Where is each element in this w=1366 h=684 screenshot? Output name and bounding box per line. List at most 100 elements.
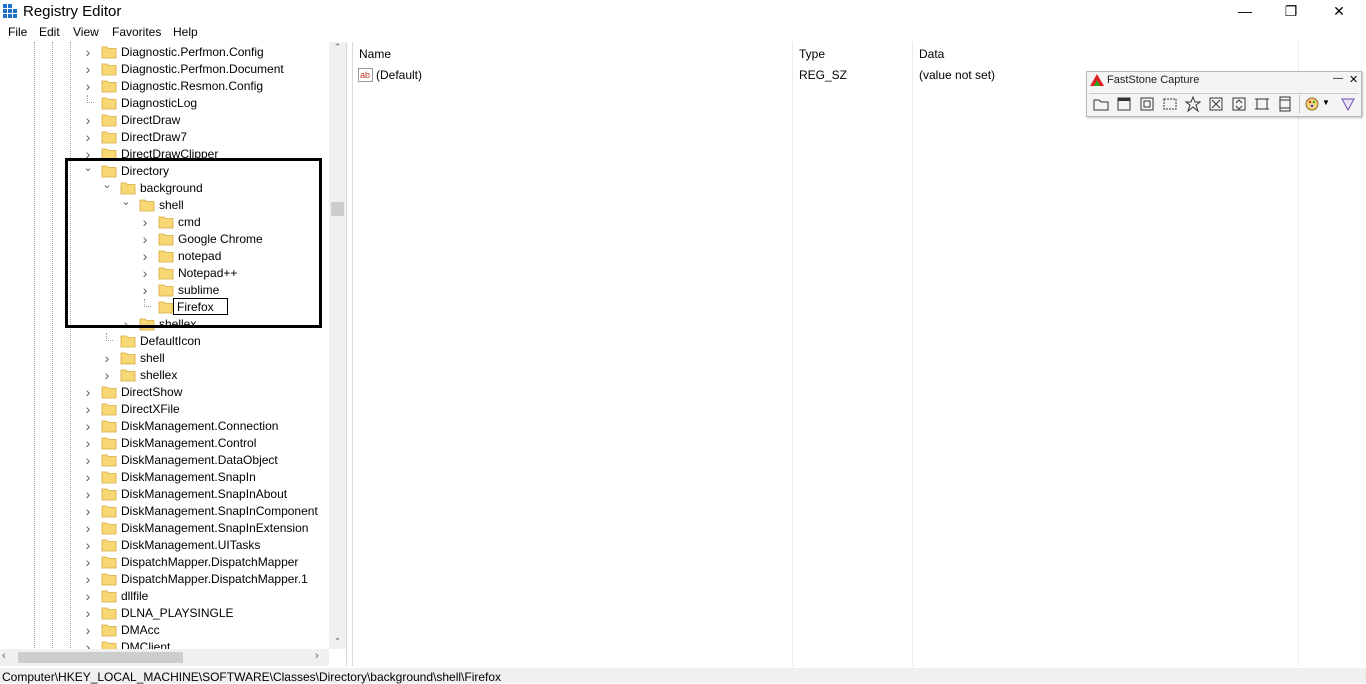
tree-node[interactable]: › Google Chrome xyxy=(0,231,330,248)
capture-fullscreen-icon[interactable] xyxy=(1207,95,1225,113)
tree-node[interactable]: › shellex xyxy=(0,316,330,333)
faststone-close-button[interactable]: ✕ xyxy=(1349,73,1358,86)
column-divider[interactable] xyxy=(792,42,793,666)
chevron-right-icon[interactable]: › xyxy=(83,470,93,484)
tree-node[interactable]: › DLNA_PLAYSINGLE xyxy=(0,605,330,622)
tree-node[interactable]: › dllfile xyxy=(0,588,330,605)
chevron-right-icon[interactable]: › xyxy=(140,249,150,263)
chevron-right-icon[interactable]: › xyxy=(83,385,93,399)
close-button[interactable]: ✕ xyxy=(1316,0,1362,23)
chevron-right-icon[interactable]: › xyxy=(83,436,93,450)
tree-node[interactable]: ⌄ shell xyxy=(0,196,330,214)
column-type[interactable]: Type xyxy=(793,42,913,66)
scroll-h-thumb[interactable] xyxy=(18,652,183,663)
tree-node[interactable]: › DirectShow xyxy=(0,384,330,401)
tree-horizontal-scrollbar[interactable]: ‹ › xyxy=(0,649,329,666)
tree-node[interactable]: › DirectDraw xyxy=(0,112,330,129)
chevron-right-icon[interactable]: › xyxy=(83,555,93,569)
tree-node[interactable]: › sublime xyxy=(0,282,330,299)
registry-tree[interactable]: › Diagnostic.Perfmon.Config › Diagnostic.Pe… xyxy=(0,42,347,666)
chevron-right-icon[interactable]: › xyxy=(83,130,93,144)
column-divider[interactable] xyxy=(912,42,913,666)
tree-node[interactable]: › DirectXFile xyxy=(0,401,330,418)
chevron-right-icon[interactable]: › xyxy=(102,351,112,365)
tree-node[interactable]: › shell xyxy=(0,350,330,367)
chevron-right-icon[interactable]: › xyxy=(83,402,93,416)
open-folder-icon[interactable] xyxy=(1092,95,1110,113)
menu-help[interactable]: Help xyxy=(173,25,198,39)
tree-node[interactable]: › notepad xyxy=(0,248,330,265)
chevron-right-icon[interactable]: › xyxy=(83,113,93,127)
tree-node[interactable]: › DiskManagement.Connection xyxy=(0,418,330,435)
tree-node[interactable]: › DiskManagement.UITasks xyxy=(0,537,330,554)
chevron-right-icon[interactable]: › xyxy=(83,45,93,59)
chevron-right-icon[interactable]: › xyxy=(83,589,93,603)
menu-view[interactable]: View xyxy=(73,25,99,39)
chevron-right-icon[interactable]: › xyxy=(102,368,112,382)
capture-scrolling-icon[interactable] xyxy=(1230,95,1248,113)
chevron-right-icon[interactable]: › xyxy=(83,487,93,501)
tree-node[interactable]: › DMAcc xyxy=(0,622,330,639)
palette-icon[interactable] xyxy=(1303,95,1321,113)
tree-node[interactable]: › DispatchMapper.DispatchMapper xyxy=(0,554,330,571)
capture-fixed-region-icon[interactable] xyxy=(1253,95,1271,113)
maximize-button[interactable]: ❐ xyxy=(1268,0,1314,23)
minimize-button[interactable]: — xyxy=(1222,0,1268,23)
tree-node[interactable]: › DiskManagement.SnapIn xyxy=(0,469,330,486)
capture-rectangle-icon[interactable] xyxy=(1161,95,1179,113)
capture-object-icon[interactable] xyxy=(1138,95,1156,113)
tree-node[interactable]: ⌄ background xyxy=(0,179,330,197)
menu-file[interactable]: File xyxy=(8,25,27,39)
tree-node[interactable]: › DirectDrawClipper xyxy=(0,146,330,163)
dropdown-arrow-icon[interactable]: ▼ xyxy=(1322,98,1330,107)
tree-node[interactable]: ⌄ Directory xyxy=(0,162,330,180)
chevron-right-icon[interactable]: › xyxy=(83,572,93,586)
settings-icon[interactable] xyxy=(1339,95,1357,113)
chevron-right-icon[interactable]: › xyxy=(140,283,150,297)
menu-edit[interactable]: Edit xyxy=(39,25,60,39)
tree-node[interactable]: › DiskManagement.Control xyxy=(0,435,330,452)
chevron-right-icon[interactable]: › xyxy=(140,215,150,229)
scroll-up-arrow[interactable]: ⌃ xyxy=(331,42,344,56)
capture-window-icon[interactable] xyxy=(1115,95,1133,113)
tree-node[interactable]: › DirectDraw7 xyxy=(0,129,330,146)
chevron-right-icon[interactable]: › xyxy=(83,606,93,620)
tree-node[interactable]: › Diagnostic.Resmon.Config xyxy=(0,78,330,95)
tree-node[interactable]: › DiskManagement.SnapInAbout xyxy=(0,486,330,503)
column-name[interactable]: Name xyxy=(353,42,793,66)
column-divider[interactable] xyxy=(1298,42,1299,666)
tree-node[interactable]: › DiskManagement.SnapInComponent xyxy=(0,503,330,520)
tree-node[interactable]: › Notepad++ xyxy=(0,265,330,282)
tree-node[interactable]: › DiskManagement.SnapInExtension xyxy=(0,520,330,537)
column-data[interactable]: Data xyxy=(913,42,1298,66)
scroll-thumb[interactable] xyxy=(331,202,344,216)
tree-node[interactable]: › shellex xyxy=(0,367,330,384)
chevron-down-icon[interactable]: ⌄ xyxy=(83,162,93,174)
chevron-right-icon[interactable]: › xyxy=(140,232,150,246)
chevron-right-icon[interactable]: › xyxy=(83,538,93,552)
tree-node[interactable]: › Diagnostic.Perfmon.Config xyxy=(0,44,330,61)
chevron-right-icon[interactable]: › xyxy=(83,147,93,161)
tree-node[interactable]: › DispatchMapper.DispatchMapper.1 xyxy=(0,571,330,588)
scroll-down-arrow[interactable]: ⌄ xyxy=(331,632,344,646)
chevron-right-icon[interactable]: › xyxy=(121,317,131,331)
tree-node[interactable]: › DiskManagement.DataObject xyxy=(0,452,330,469)
tree-node[interactable]: DefaultIcon xyxy=(0,333,330,350)
scroll-right-arrow[interactable]: › xyxy=(315,650,327,665)
tree-node[interactable]: › Diagnostic.Perfmon.Document xyxy=(0,61,330,78)
chevron-right-icon[interactable]: › xyxy=(140,266,150,280)
menu-favorites[interactable]: Favorites xyxy=(112,25,161,39)
rename-key-input[interactable] xyxy=(173,298,228,315)
screen-recorder-icon[interactable] xyxy=(1276,95,1294,113)
chevron-right-icon[interactable]: › xyxy=(83,419,93,433)
scroll-left-arrow[interactable]: ‹ xyxy=(2,650,14,665)
chevron-right-icon[interactable]: › xyxy=(83,521,93,535)
chevron-right-icon[interactable]: › xyxy=(83,453,93,467)
chevron-right-icon[interactable]: › xyxy=(83,623,93,637)
tree-node[interactable] xyxy=(0,299,330,316)
tree-node[interactable]: DiagnosticLog xyxy=(0,95,330,112)
tree-node[interactable]: › cmd xyxy=(0,214,330,231)
chevron-right-icon[interactable]: › xyxy=(83,504,93,518)
chevron-right-icon[interactable]: › xyxy=(83,79,93,93)
tree-vertical-scrollbar[interactable]: ⌃ ⌄ xyxy=(329,42,346,649)
